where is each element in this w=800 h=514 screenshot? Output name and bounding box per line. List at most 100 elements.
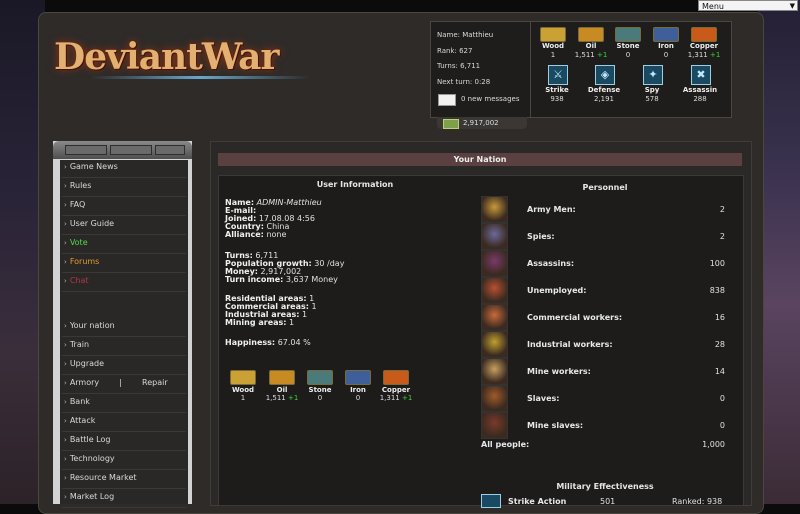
personnel-label: Mine workers: — [527, 367, 591, 376]
personnel-value: 16 — [714, 313, 725, 322]
info-text: 1 — [301, 310, 308, 319]
nav-item-game-news[interactable]: › Game News — [64, 162, 118, 171]
personnel-value: 28 — [714, 340, 725, 349]
resource-bonus: +1 — [399, 394, 413, 402]
bullet-icon: › — [64, 239, 67, 247]
menu-select[interactable]: Menu ▼ — [698, 0, 798, 11]
bullet-icon: › — [64, 474, 67, 482]
user-name-row: Name: Matthieu — [437, 31, 494, 39]
resource-label: Copper — [689, 42, 719, 50]
nav-item-armory[interactable]: › Armory — [64, 378, 99, 387]
bullet-icon: › — [64, 201, 67, 209]
bullet-icon: › — [64, 436, 67, 444]
page-title: Your Nation — [218, 153, 742, 166]
nav-divider — [62, 253, 186, 254]
info-mining: Mining areas: 1 — [225, 318, 294, 327]
resource-label: Oil — [276, 386, 288, 394]
info-text: 1 — [311, 302, 317, 311]
nav-item-label: Upgrade — [69, 359, 105, 368]
envelope-icon[interactable] — [438, 94, 456, 106]
nav-divider — [62, 374, 186, 375]
strike-action-rank: Ranked: 938 — [672, 497, 723, 506]
iron-icon — [345, 370, 371, 385]
nav-item-market-log[interactable]: › Market Log — [64, 492, 114, 501]
nav-divider — [62, 196, 186, 197]
sidebar-slot — [65, 145, 107, 155]
skill-value: 2,191 — [593, 95, 615, 103]
info-text: Happiness: — [225, 338, 276, 347]
resource-label: Iron — [350, 386, 366, 394]
nav-divider — [62, 177, 186, 178]
resource-label: Wood — [231, 386, 255, 394]
nav-item-resource-market[interactable]: › Resource Market — [64, 473, 137, 482]
chevron-down-icon: ▼ — [789, 2, 795, 10]
info-text: 30 /day — [314, 259, 345, 268]
nav-item-bank[interactable]: › Bank — [64, 397, 90, 406]
nav-divider — [62, 469, 186, 470]
resource-label: Oil — [585, 42, 597, 50]
user-name-link[interactable]: Matthieu — [462, 31, 493, 39]
skill-value: 288 — [693, 95, 707, 103]
bullet-icon: › — [64, 341, 67, 349]
money-bar: 2,917,002 — [437, 117, 527, 129]
nav-item-label: Your nation — [69, 321, 115, 330]
nav-divider — [62, 431, 186, 432]
info-text: 67.04 % — [277, 338, 311, 347]
nav-item-technology[interactable]: › Technology — [64, 454, 115, 463]
bullet-icon: › — [64, 493, 67, 501]
nav-item-label: User Guide — [69, 219, 115, 228]
nav-item-rules[interactable]: › Rules — [64, 181, 91, 190]
next-turn: Next turn: 0:28 — [437, 78, 491, 86]
sidebar-slot — [110, 145, 152, 155]
personnel-label: Army Men: — [527, 205, 576, 214]
resource-bonus: +1 — [707, 51, 721, 59]
nav-divider-bar: | — [119, 378, 122, 387]
nav-divider — [62, 412, 186, 413]
personnel-value: 2 — [719, 205, 725, 214]
nav-item-vote[interactable]: › Vote — [64, 238, 88, 247]
personnel-portrait — [481, 304, 508, 331]
resource-label: Wood — [541, 42, 565, 50]
oil-icon — [578, 27, 604, 42]
personnel-title: Personnel — [582, 183, 628, 192]
nav-divider — [62, 450, 186, 451]
nav-item-your-nation[interactable]: › Your nation — [64, 321, 115, 330]
deviantwar-logo[interactable]: DeviantWar — [54, 36, 279, 78]
nav-item-label: Battle Log — [69, 435, 111, 444]
resource-label: Copper — [381, 386, 411, 394]
assassin-icon: ✖ — [691, 65, 711, 85]
nav-divider — [62, 215, 186, 216]
personnel-label: Commercial workers: — [527, 313, 623, 322]
nav-item-label: Bank — [69, 397, 90, 406]
bullet-icon: › — [64, 220, 67, 228]
bullet-icon: › — [64, 322, 67, 330]
nav-divider — [62, 291, 186, 292]
nav-item-chat[interactable]: › Chat — [64, 276, 89, 285]
personnel-portrait — [481, 277, 508, 304]
nav-item-faq[interactable]: › FAQ — [64, 200, 85, 209]
money-icon — [443, 119, 459, 129]
nav-item-upgrade[interactable]: › Upgrade — [64, 359, 104, 368]
user-rank: Rank: 627 — [437, 47, 473, 55]
messages-link[interactable]: 0 new messages — [461, 95, 519, 103]
info-text: Alliance: — [225, 230, 264, 239]
personnel-label: Unemployed: — [527, 286, 587, 295]
nav-divider — [62, 393, 186, 394]
personnel-portrait — [481, 331, 508, 358]
personnel-portrait — [481, 196, 508, 223]
personnel-value: 0 — [719, 394, 725, 403]
nav-item-user-guide[interactable]: › User Guide — [64, 219, 114, 228]
nav-item-label: Game News — [69, 162, 118, 171]
nav-divider — [62, 234, 186, 235]
all-people-label: All people: — [481, 440, 530, 449]
user-status-box: Name: Matthieu Rank: 627 Turns: 6,711 Ne… — [430, 21, 532, 118]
all-people-value: 1,000 — [702, 440, 725, 449]
nav-item-repair[interactable]: Repair — [142, 378, 168, 387]
info-income: Turn income: 3,637 Money — [225, 275, 338, 284]
nav-item-train[interactable]: › Train — [64, 340, 89, 349]
nav-item-forums[interactable]: › Forums — [64, 257, 99, 266]
nav-item-label: Vote — [69, 238, 88, 247]
user-info-title: User Information — [316, 180, 394, 189]
nav-item-battle-log[interactable]: › Battle Log — [64, 435, 110, 444]
nav-item-attack[interactable]: › Attack — [64, 416, 95, 425]
